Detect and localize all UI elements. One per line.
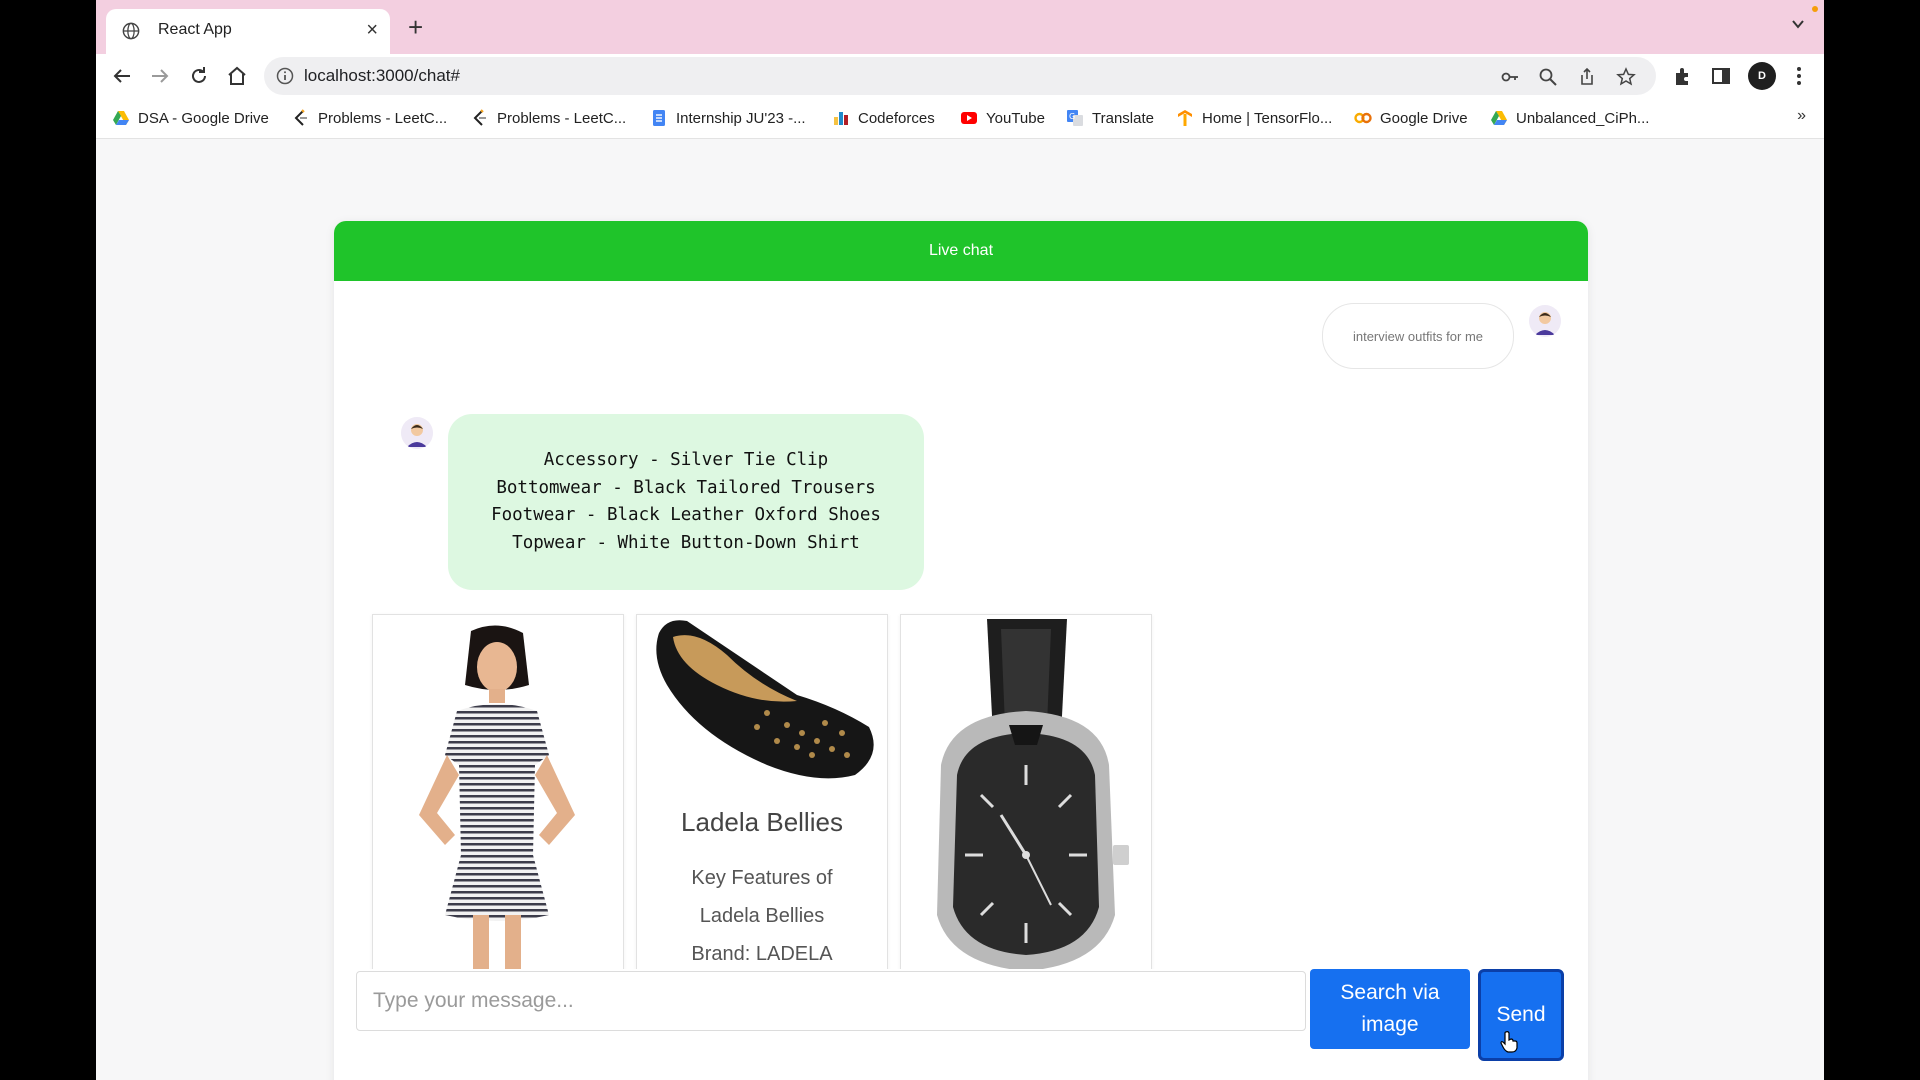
product-card[interactable]: [372, 614, 624, 974]
google-drive-icon: [1491, 111, 1507, 125]
bookmark-youtube[interactable]: YouTube: [960, 108, 1045, 128]
recommendation-line: Bottomwear - Black Tailored Trousers: [496, 477, 876, 498]
black-studded-bellies-image: [637, 615, 887, 785]
person-icon: [1529, 305, 1561, 337]
leetcode-icon: [294, 109, 307, 126]
message-input[interactable]: [356, 971, 1306, 1031]
bot-message-bubble: Accessory - Silver Tie Clip Bottomwear -…: [448, 414, 924, 590]
bookmark-leetcode-2[interactable]: Problems - LeetC...: [471, 108, 626, 128]
hand-pointer-cursor-icon: [1500, 1031, 1518, 1053]
person-icon: [401, 417, 433, 449]
product-description: Key Features of Ladela Bellies Brand: LA…: [691, 867, 833, 965]
recommendation-line: Accessory - Silver Tie Clip: [543, 450, 829, 470]
recommendation-line: Footwear - Black Leather Oxford Shoes: [491, 505, 881, 525]
home-icon[interactable]: [225, 64, 249, 88]
profile-avatar[interactable]: D: [1748, 62, 1776, 90]
user-message-text: interview outfits for me: [1352, 328, 1484, 344]
colab-icon: [1354, 112, 1372, 124]
bookmark-codeforces[interactable]: Codeforces: [832, 108, 935, 128]
menu-kebab-icon[interactable]: [1796, 65, 1802, 87]
codeforces-icon: [834, 112, 848, 125]
site-info-icon[interactable]: [276, 67, 294, 85]
close-tab-icon[interactable]: ×: [366, 18, 378, 42]
url-text: localhost:3000/chat#: [304, 66, 460, 85]
new-tab-button[interactable]: +: [408, 14, 423, 40]
bookmark-internship[interactable]: Internship JU'23 -...: [650, 108, 806, 128]
globe-icon: [122, 22, 140, 40]
extensions-puzzle-icon[interactable]: [1672, 65, 1694, 87]
bookmark-tensorflow[interactable]: Home | TensorFlo...: [1176, 108, 1332, 128]
message-composer: Search via image Send: [334, 969, 1588, 1080]
user-message-bubble: interview outfits for me: [1322, 303, 1514, 369]
product-title: Ladela Bellies: [681, 807, 843, 837]
forward-arrow-icon[interactable]: [148, 64, 172, 88]
recording-indicator: [1812, 6, 1818, 12]
bookmarks-bar: DSA - Google Drive Problems - LeetC... P…: [96, 98, 1824, 139]
send-button[interactable]: Send: [1478, 969, 1564, 1061]
recommendation-line: Topwear - White Button-Down Shirt: [512, 532, 860, 553]
browser-toolbar: localhost:3000/chat# D: [96, 54, 1824, 98]
bookmarks-overflow-button[interactable]: »: [1797, 107, 1806, 125]
bookmark-unbalanced[interactable]: Unbalanced_CiPh...: [1490, 108, 1649, 128]
bookmark-dsa-google-drive[interactable]: DSA - Google Drive: [112, 108, 269, 128]
back-arrow-icon[interactable]: [110, 64, 134, 88]
tab-title: React App: [158, 21, 232, 38]
key-icon[interactable]: [1500, 67, 1520, 87]
page-content: Live chat interview outfits for me Acces…: [96, 139, 1824, 1080]
user-avatar: [1529, 305, 1561, 337]
share-icon[interactable]: [1577, 67, 1597, 87]
bookmark-leetcode-1[interactable]: Problems - LeetC...: [292, 108, 447, 128]
tab-strip: React App × +: [96, 0, 1824, 54]
chat-window: Live chat interview outfits for me Acces…: [334, 221, 1588, 1080]
browser-window: React App × + localhost:3000/chat# D DSA…: [96, 0, 1824, 1080]
striped-dress-image: [373, 615, 623, 973]
youtube-icon: [961, 112, 977, 124]
zoom-icon[interactable]: [1538, 67, 1558, 87]
bookmark-translate[interactable]: G Translate: [1066, 108, 1154, 128]
search-via-image-button[interactable]: Search via image: [1310, 969, 1470, 1049]
tab-react-app[interactable]: React App ×: [106, 9, 390, 54]
address-bar[interactable]: localhost:3000/chat#: [264, 57, 1656, 95]
chat-header: Live chat: [334, 221, 1588, 281]
google-drive-icon: [113, 111, 129, 125]
chat-title: Live chat: [928, 242, 994, 259]
bot-avatar: [401, 417, 433, 449]
black-wrist-watch-image: [901, 615, 1151, 973]
side-panel-icon[interactable]: [1710, 65, 1732, 87]
svg-text:G: G: [1069, 112, 1075, 121]
star-icon[interactable]: [1616, 67, 1636, 87]
bookmark-google-drive[interactable]: Google Drive: [1354, 108, 1468, 128]
google-docs-icon: [653, 110, 665, 126]
tensorflow-icon: [1178, 110, 1192, 126]
product-card-ladela-bellies[interactable]: Ladela Bellies Key Features of Ladela Be…: [636, 614, 888, 974]
leetcode-icon: [473, 109, 486, 126]
translate-icon: G: [1067, 110, 1083, 126]
chevron-down-icon[interactable]: [1790, 16, 1806, 32]
reload-icon[interactable]: [187, 64, 211, 88]
product-card[interactable]: [900, 614, 1152, 974]
